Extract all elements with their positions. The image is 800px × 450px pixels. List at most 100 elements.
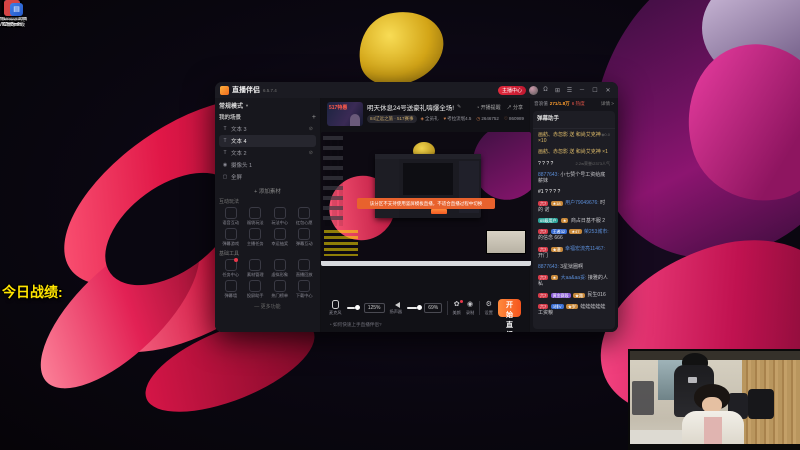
room-stat: ◈全员礼 <box>420 116 439 121</box>
scene-label: 文本 2 <box>231 151 247 157</box>
window-titlebar: 直播伴侣 6.5.7.4 主播中心 Ω ⊞ ☰ ─ ☐ ✕ <box>215 82 618 98</box>
basic-tool[interactable]: 直播回放 <box>293 259 317 278</box>
rank-badge: 黄金赛段 <box>550 292 571 298</box>
chat-message: ◈0.0 画舫、赤忽影 送 和尚艾克神 ×10 <box>538 132 610 145</box>
beauty-button[interactable]: ✿ 美颜 <box>452 299 463 316</box>
add-source-button[interactable]: + 添加素材 <box>219 187 316 195</box>
interactive-tool[interactable]: 语音互动 <box>219 207 243 226</box>
scene-item[interactable]: T 文本 4 <box>219 135 316 147</box>
fan-badge: 六7 <box>538 303 549 309</box>
tool-icon <box>298 259 311 271</box>
rank-badge: ★18 <box>550 200 563 206</box>
webcam-person-front-inner-shirt <box>704 417 722 444</box>
chat-message: 六7 王者32 ★47 荣253城市: 的信念 666 <box>536 228 612 242</box>
maximize-button[interactable]: ☐ <box>590 87 600 94</box>
score-value: 271/1.8万 <box>549 101 570 106</box>
category-pill[interactable]: 84辽远之旅 · 517赛事 <box>367 115 417 123</box>
danmaku-helper-card: 弹幕助手 ◈0.0 画舫、赤忽影 送 和尚艾克神 ×10 画舫、赤忽影 送 和尚… <box>533 111 615 329</box>
headset-icon[interactable]: Ω <box>541 87 550 93</box>
record-button[interactable]: ◉ 录制 <box>466 301 474 316</box>
section-basic-header: 基础工具 <box>219 251 240 257</box>
record-icon: ◉ <box>467 300 474 308</box>
settings-button[interactable]: ⚙ 设置 <box>485 301 493 316</box>
mic-volume-slider[interactable] <box>346 305 361 310</box>
chat-username: 8877643: <box>538 171 559 178</box>
basic-tool[interactable]: 任务中心 <box>219 258 243 278</box>
speaker-volume-value[interactable]: 69% <box>424 303 443 313</box>
basic-tool[interactable]: 投屏助手 <box>244 280 268 299</box>
fan-badge: 六7 <box>538 246 549 252</box>
room-title: 明天休息24号送豪礼嗨爆全场! <box>367 105 455 112</box>
basic-tool[interactable]: 热门榜单 <box>268 280 292 299</box>
fan-badge: 65级用户 <box>538 218 559 223</box>
chat-text: 3星狱圈啊 <box>560 263 584 270</box>
speaker-volume-slider[interactable] <box>407 305 422 310</box>
level-badge: ★47 <box>569 229 582 235</box>
room-cover-thumbnail[interactable]: 517特惠 <box>327 102 363 126</box>
add-scene-button[interactable]: + <box>312 114 316 121</box>
danmaku-panel: 音浪值 271/1.8万 6 热度 详情 > 弹幕助手 ◈0.0 画舫、赤忽影 … <box>529 98 618 332</box>
tool-icon <box>273 207 286 219</box>
tool-icon <box>273 280 286 292</box>
score-title: 今日战绩: <box>2 284 63 300</box>
scene-item[interactable]: T 文本 2 ⊘ <box>219 147 316 159</box>
rank-badge: 王者32 <box>550 229 568 235</box>
widgets-icon[interactable]: ▤ <box>10 3 23 16</box>
interactive-tool[interactable]: 弹幕游戏 <box>219 228 243 247</box>
gear-icon: ⚙ <box>485 300 492 308</box>
interactive-tool[interactable]: 幸运抽奖 <box>268 228 292 247</box>
interactive-tool[interactable]: 弹幕互动 <box>293 228 317 247</box>
beauty-icon: ✿ <box>453 299 463 308</box>
eye-off-icon[interactable]: ⊘ <box>309 150 313 156</box>
details-link[interactable]: 详情 > <box>601 101 614 107</box>
mode-dropdown[interactable]: 常规模式 <box>219 101 243 110</box>
more-functions-button[interactable]: — 更多功能 <box>219 303 316 310</box>
basic-tool[interactable]: 虚拟形象 <box>268 259 292 278</box>
share-button[interactable]: ↗ 分享 <box>507 104 523 111</box>
close-button[interactable]: ✕ <box>603 87 613 94</box>
minimize-button[interactable]: ─ <box>577 87 587 93</box>
interactive-tool[interactable]: 玩法中心 <box>268 207 292 226</box>
speaker-icon[interactable] <box>392 301 400 308</box>
interactive-tool[interactable]: 主播任务 <box>244 228 268 247</box>
eye-off-icon[interactable]: ⊘ <box>309 126 313 132</box>
basic-tool[interactable]: 素材管理 <box>244 259 268 278</box>
fan-badge: 六7 <box>538 275 549 281</box>
basic-tool[interactable]: 下载中心 <box>293 280 317 299</box>
edit-icon[interactable]: ✎ <box>457 104 461 110</box>
broadcast-remind-button[interactable]: ◔ 开播提醒 <box>476 104 500 111</box>
app-version: 6.5.7.4 <box>263 87 277 93</box>
scene-item[interactable]: T 文本 3 ⊘ <box>219 123 316 135</box>
chat-text: 的信念 666 <box>538 235 563 242</box>
microphone-icon[interactable] <box>331 300 339 309</box>
menu-icon[interactable]: ☰ <box>565 87 574 94</box>
tool-icon <box>273 228 286 240</box>
chat-username: 荣253城市: <box>583 229 609 236</box>
start-stream-button[interactable]: 开始直播 <box>497 299 521 329</box>
tool-icon <box>298 280 311 292</box>
scene-type-icon: T <box>223 150 227 156</box>
chat-message: 65级用户 ★ 商占日基不服 2 <box>536 217 612 225</box>
help-link[interactable]: ◔ 如何快速上手直播伴侣? <box>329 322 382 328</box>
webcam-ceiling <box>630 351 800 360</box>
scene-label: 全屏 <box>231 175 243 181</box>
preview-desktop-icons <box>323 136 343 226</box>
interactive-tool[interactable]: 红包心愿 <box>293 207 317 226</box>
fan-badge: 六7 <box>538 229 549 235</box>
webcam-chair <box>748 389 774 419</box>
scene-item[interactable]: ▢ 全屏 <box>219 171 316 183</box>
mic-volume-value[interactable]: 125% <box>363 303 385 313</box>
tool-icon <box>298 207 311 219</box>
chat-message: 六7 黄金赛段 ★路 民生016 <box>536 291 612 299</box>
anchor-center-badge[interactable]: 主播中心 <box>497 85 526 95</box>
avatar[interactable] <box>529 85 538 95</box>
tool-icon <box>249 228 262 240</box>
scene-item[interactable]: ◉ 摄像头 1 <box>219 159 316 171</box>
tool-icon <box>249 207 262 219</box>
desktop-icon-label: Discord <box>3 17 21 22</box>
grid-icon[interactable]: ⊞ <box>553 87 562 94</box>
heat-value: 6 热度 <box>571 101 585 106</box>
scene-type-icon: ▢ <box>222 174 228 180</box>
chat-message: 六7 ★潜 幸福宏流亮11467: 开门 <box>536 245 612 259</box>
interactive-tool[interactable]: 福袋玩法 <box>244 207 268 226</box>
